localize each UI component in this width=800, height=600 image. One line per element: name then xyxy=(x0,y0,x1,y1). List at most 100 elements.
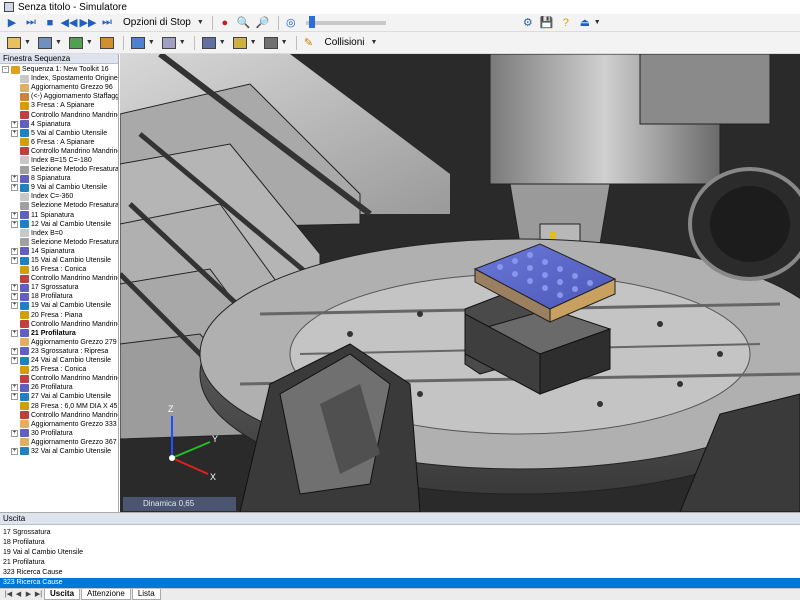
sequence-tree-item[interactable]: - Sequenza 1: New Toolkit 16 xyxy=(0,65,118,74)
prev-page-icon[interactable]: ◀ xyxy=(14,590,23,599)
first-page-icon[interactable]: |◀ xyxy=(4,590,13,599)
sequence-tree-item[interactable]: Controllo Mandrino Mandrino xyxy=(0,374,118,383)
sequence-tree-item[interactable]: +26 Profilatura xyxy=(0,383,118,392)
tree-expand-toggle[interactable]: + xyxy=(11,220,18,228)
sequence-tree-item[interactable]: Aggiornamento Grezzo 96 xyxy=(0,83,118,92)
tree-expand-toggle[interactable]: + xyxy=(11,302,18,310)
sequence-tree-item[interactable]: +27 Vai al Cambio Utensile xyxy=(0,392,118,401)
sequence-tree-item[interactable]: Selezione Metodo Fresatura: xyxy=(0,165,118,174)
settings-gear-icon[interactable]: ⚙ xyxy=(520,15,536,31)
last-page-icon[interactable]: ▶| xyxy=(34,590,43,599)
sequence-tree-item[interactable]: 3 Fresa : A Spianare xyxy=(0,101,118,110)
output-log-line[interactable]: 19 Vai al Cambio Utensile xyxy=(0,548,800,558)
stock-view-icon[interactable] xyxy=(66,34,86,52)
sequence-tree-item[interactable]: Index B=15 C=-180 xyxy=(0,156,118,165)
sequence-tree-item[interactable]: Aggiornamento Grezzo 333 xyxy=(0,420,118,429)
tree-expand-toggle[interactable]: + xyxy=(11,247,18,255)
tree-expand-toggle[interactable]: + xyxy=(11,175,18,183)
sequence-tree-item[interactable]: 6 Fresa : A Spianare xyxy=(0,138,118,147)
help-icon[interactable]: ? xyxy=(558,15,574,31)
save-icon[interactable]: 💾 xyxy=(539,15,555,31)
end-icon[interactable]: ⏭ xyxy=(99,15,115,31)
tab-attenzione[interactable]: Attenzione xyxy=(81,589,131,600)
chevron-down-icon[interactable]: ▼ xyxy=(371,39,378,46)
zoom-fit-icon[interactable]: 🔎 xyxy=(255,15,271,31)
tree-expand-toggle[interactable]: + xyxy=(11,384,18,392)
collisions-button[interactable]: Collisioni xyxy=(320,35,370,51)
sequence-tree-item[interactable]: (<-) Aggiornamento Staffaggi xyxy=(0,92,118,101)
tree-expand-toggle[interactable]: + xyxy=(11,447,18,455)
chevron-down-icon[interactable]: ▼ xyxy=(179,39,186,46)
tree-expand-toggle[interactable]: + xyxy=(11,393,18,401)
sequence-tree-item[interactable]: Aggiornamento Grezzo 367 xyxy=(0,438,118,447)
sequence-tree-item[interactable]: Controllo Mandrino Mandrino xyxy=(0,320,118,329)
rotate-view-icon[interactable] xyxy=(199,34,219,52)
sequence-tree-item[interactable]: Selezione Metodo Fresatura: xyxy=(0,201,118,210)
output-log-line[interactable]: 323 Ricerca Cause xyxy=(0,568,800,578)
tree-expand-toggle[interactable]: + xyxy=(11,357,18,365)
sequence-tree-item[interactable]: 20 Fresa : Piana xyxy=(0,311,118,320)
sequence-tree-item[interactable]: +4 Spianatura xyxy=(0,120,118,129)
fast-forward-icon[interactable]: ▶▶ xyxy=(80,15,97,31)
sequence-tree-item[interactable]: 28 Fresa : 6,0 MM DIA X 45 D xyxy=(0,401,118,411)
tree-expand-toggle[interactable]: + xyxy=(11,211,18,219)
output-log-line[interactable]: 17 Sgrossatura xyxy=(0,528,800,538)
machine-view-icon[interactable] xyxy=(4,34,24,52)
tree-expand-toggle[interactable]: + xyxy=(11,184,18,192)
stop-icon[interactable]: ■ xyxy=(42,15,58,31)
sequence-tree-item[interactable]: +24 Vai al Cambio Utensile xyxy=(0,356,118,365)
speed-slider[interactable] xyxy=(305,15,386,28)
sequence-tree-item[interactable]: +5 Vai al Cambio Utensile xyxy=(0,129,118,138)
speed-slider-thumb[interactable] xyxy=(309,15,316,28)
chevron-down-icon[interactable]: ▼ xyxy=(219,39,226,46)
sequence-tree-item[interactable]: Controllo Mandrino Mandrino xyxy=(0,411,118,420)
tree-expand-toggle[interactable]: - xyxy=(2,66,9,74)
step-forward-icon[interactable]: ⏭ xyxy=(23,15,39,31)
tree-expand-toggle[interactable]: + xyxy=(11,429,18,437)
collisions-icon[interactable]: ✎ xyxy=(301,35,317,51)
sequence-tree-item[interactable]: +14 Spianatura xyxy=(0,247,118,256)
sequence-tree-item[interactable]: +9 Vai al Cambio Utensile xyxy=(0,183,118,192)
sequence-tree-item[interactable]: +21 Profilatura xyxy=(0,329,118,338)
chevron-down-icon[interactable]: ▼ xyxy=(148,39,155,46)
simulation-viewport[interactable]: Z Y X Dinamica 0,65 xyxy=(120,54,800,512)
tool-path-icon[interactable] xyxy=(230,34,250,52)
sequence-tree-item[interactable]: +30 Profilatura xyxy=(0,429,118,438)
tree-expand-toggle[interactable]: + xyxy=(11,329,18,337)
output-log-line[interactable]: 323 Ricerca Cause xyxy=(0,578,800,588)
sequence-tree-item[interactable]: 16 Fresa : Conica xyxy=(0,265,118,274)
tab-lista[interactable]: Lista xyxy=(131,589,161,600)
sequence-tree-item[interactable]: +19 Vai al Cambio Utensile xyxy=(0,301,118,310)
speed-icon[interactable]: ◎ xyxy=(283,15,299,31)
measure-icon[interactable] xyxy=(261,34,281,52)
sequence-tree-item[interactable]: +17 Sgrossatura xyxy=(0,283,118,292)
sequence-tree-item[interactable]: Selezione Metodo Fresatura: xyxy=(0,238,118,247)
chevron-down-icon[interactable]: ▼ xyxy=(86,39,93,46)
tab-uscita[interactable]: Uscita xyxy=(44,589,81,600)
sequence-tree-item[interactable]: +11 Spianatura xyxy=(0,211,118,220)
sequence-tree-item[interactable]: +18 Profilatura xyxy=(0,292,118,301)
sequence-tree-item[interactable]: Controllo Mandrino Mandrino xyxy=(0,274,118,283)
sequence-tree-item[interactable]: 25 Fresa : Conica xyxy=(0,365,118,374)
sequence-tree-item[interactable]: Index C=-360 xyxy=(0,192,118,201)
sequence-tree-item[interactable]: Index B=0 xyxy=(0,229,118,238)
tree-expand-toggle[interactable]: + xyxy=(11,120,18,128)
sequence-tree-item[interactable]: +12 Vai al Cambio Utensile xyxy=(0,220,118,229)
chevron-down-icon[interactable]: ▼ xyxy=(24,39,31,46)
play-icon[interactable]: ▶ xyxy=(4,15,20,31)
output-log-line[interactable]: 18 Profilatura xyxy=(0,538,800,548)
chevron-down-icon[interactable]: ▼ xyxy=(250,39,257,46)
chevron-down-icon[interactable]: ▼ xyxy=(281,39,288,46)
sequence-tree-item[interactable]: Index, Spostamento Origine (I xyxy=(0,74,118,83)
tool-view-icon[interactable] xyxy=(97,34,117,52)
eject-icon[interactable]: ⏏ xyxy=(577,15,593,31)
next-page-icon[interactable]: ▶ xyxy=(24,590,33,599)
chevron-down-icon[interactable]: ▼ xyxy=(594,19,601,26)
tree-expand-toggle[interactable]: + xyxy=(11,284,18,292)
tree-expand-toggle[interactable]: + xyxy=(11,293,18,301)
sequence-tree-item[interactable]: Aggiornamento Grezzo 279 xyxy=(0,338,118,347)
sequence-tree-item[interactable]: Controllo Mandrino Mandrino xyxy=(0,110,118,120)
sequence-tree-item[interactable]: Controllo Mandrino Mandrino xyxy=(0,147,118,156)
stop-options-button[interactable]: Opzioni di Stop xyxy=(118,15,196,31)
rewind-icon[interactable]: ◀◀ xyxy=(61,15,78,31)
